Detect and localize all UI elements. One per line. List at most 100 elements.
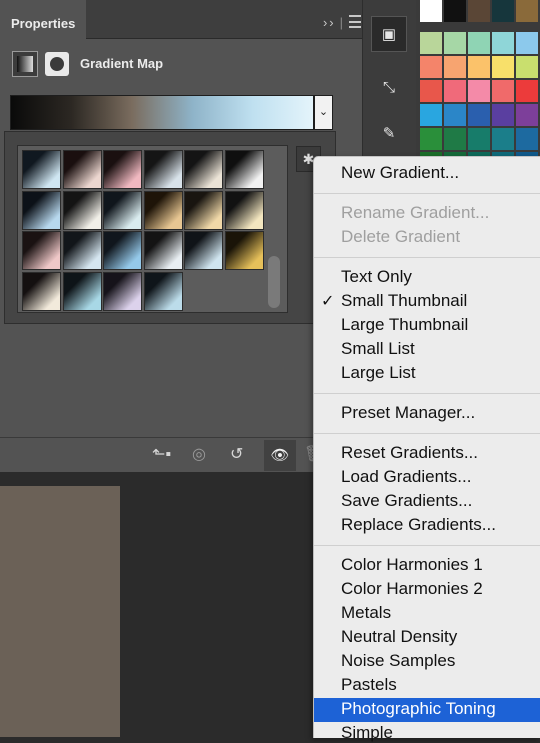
menu-item-large-list[interactable]: Large List — [341, 363, 416, 383]
gradient-preset-swatch[interactable] — [62, 150, 102, 189]
menu-item-color-harmonies-1[interactable]: Color Harmonies 1 — [341, 555, 483, 575]
transform-tool-icon[interactable]: ⤡ — [371, 70, 407, 106]
menu-separator — [314, 545, 540, 546]
gradient-preset-swatch[interactable] — [22, 150, 61, 189]
layer-mask-icon[interactable] — [45, 52, 69, 76]
gradient-preset-swatch[interactable] — [184, 150, 223, 189]
color-swatch[interactable] — [492, 0, 514, 22]
color-swatch[interactable] — [468, 0, 490, 22]
color-swatch[interactable] — [468, 32, 490, 54]
menu-separator — [314, 257, 540, 258]
panel-menu-icon[interactable] — [349, 15, 361, 28]
properties-panel: Properties ›› | Gradient Map ⌄ ✱ ⬑▪ ◎ ↺ 👁… — [0, 0, 367, 472]
gradient-preset-swatch[interactable] — [22, 190, 61, 230]
gradient-preset-swatch[interactable] — [224, 231, 264, 270]
color-swatch[interactable] — [420, 32, 442, 54]
menu-item-new-gradient[interactable]: New Gradient... — [341, 163, 459, 183]
menu-item-simple[interactable]: Simple — [341, 723, 393, 743]
gradient-preset-swatch[interactable] — [143, 190, 183, 230]
gradient-preset-swatch[interactable] — [103, 190, 142, 230]
menu-item-color-harmonies-2[interactable]: Color Harmonies 2 — [341, 579, 483, 599]
gradient-preset-swatch[interactable] — [62, 271, 102, 311]
color-swatch[interactable] — [420, 0, 442, 22]
color-swatch[interactable] — [516, 80, 538, 102]
properties-tool-icon[interactable]: ▣ — [371, 16, 407, 52]
menu-item-reset-gradients[interactable]: Reset Gradients... — [341, 443, 478, 463]
gradient-picker-popup — [4, 131, 336, 324]
menu-item-text-only[interactable]: Text Only — [341, 267, 412, 287]
gradient-preset-swatch[interactable] — [62, 190, 102, 230]
gradient-preset-swatch[interactable] — [143, 271, 183, 311]
gradient-preset-swatch[interactable] — [143, 150, 183, 189]
view-previous-icon[interactable]: ◎ — [192, 444, 206, 466]
gradient-preset-swatch[interactable] — [22, 271, 61, 311]
color-swatch[interactable] — [444, 0, 466, 22]
gradient-preset-swatch[interactable] — [22, 231, 61, 270]
gradient-preset-swatch[interactable] — [224, 190, 264, 230]
gradient-preset-swatch[interactable] — [184, 190, 223, 230]
color-swatch[interactable] — [444, 128, 466, 150]
color-swatch[interactable] — [444, 56, 466, 78]
gradient-map-icon[interactable] — [12, 51, 38, 77]
menu-item-small-thumbnail[interactable]: Small Thumbnail — [341, 291, 467, 311]
color-swatch[interactable] — [444, 104, 466, 126]
color-swatch[interactable] — [420, 80, 442, 102]
color-swatch[interactable] — [492, 128, 514, 150]
color-swatch[interactable] — [516, 0, 538, 22]
menu-item-preset-manager[interactable]: Preset Manager... — [341, 403, 475, 423]
checkmark-icon: ✓ — [321, 293, 335, 310]
reset-icon[interactable]: ↺ — [230, 444, 243, 466]
picker-scrollbar[interactable] — [268, 256, 280, 308]
gradient-preset-swatch[interactable] — [103, 231, 142, 270]
tool-strip: ▣ ⤡ ✎ — [362, 0, 417, 160]
color-swatch[interactable] — [468, 104, 490, 126]
visibility-eye-icon[interactable]: 👁 — [264, 440, 296, 471]
panel-tab-bar: Properties ›› | — [0, 0, 367, 39]
color-swatch[interactable] — [420, 128, 442, 150]
brush-tool-icon[interactable]: ✎ — [371, 116, 407, 152]
gradient-preset-swatch[interactable] — [103, 150, 142, 189]
gradient-preset-swatch[interactable] — [143, 231, 183, 270]
menu-item-save-gradients[interactable]: Save Gradients... — [341, 491, 472, 511]
color-swatch[interactable] — [516, 56, 538, 78]
menu-item-large-thumbnail[interactable]: Large Thumbnail — [341, 315, 468, 335]
color-swatch[interactable] — [420, 56, 442, 78]
menu-item-neutral-density[interactable]: Neutral Density — [341, 627, 457, 647]
color-swatch[interactable] — [468, 128, 490, 150]
menu-item-noise-samples[interactable]: Noise Samples — [341, 651, 455, 671]
color-swatch[interactable] — [468, 56, 490, 78]
menu-item-replace-gradients[interactable]: Replace Gradients... — [341, 515, 496, 535]
gradient-preview-bar[interactable] — [10, 95, 314, 130]
document-canvas-tan — [0, 486, 120, 737]
color-swatch[interactable] — [492, 56, 514, 78]
color-swatch[interactable] — [468, 80, 490, 102]
menu-separator — [314, 393, 540, 394]
color-swatch[interactable] — [492, 80, 514, 102]
tab-properties[interactable]: Properties — [0, 0, 86, 39]
expand-icon[interactable]: ›› — [323, 15, 336, 30]
gradient-preset-swatch[interactable] — [224, 150, 264, 189]
gradient-preset-grid — [17, 145, 288, 313]
menu-item-load-gradients[interactable]: Load Gradients... — [341, 467, 471, 487]
color-swatch[interactable] — [492, 32, 514, 54]
gradient-preset-swatch[interactable] — [103, 271, 142, 311]
color-swatch[interactable] — [420, 104, 442, 126]
menu-item-small-list[interactable]: Small List — [341, 339, 415, 359]
color-swatch[interactable] — [516, 32, 538, 54]
color-swatch[interactable] — [444, 32, 466, 54]
clip-to-layer-icon[interactable]: ⬑▪ — [152, 444, 171, 466]
menu-item-delete-gradient: Delete Gradient — [341, 227, 461, 246]
color-swatch[interactable] — [444, 80, 466, 102]
menu-item-pastels[interactable]: Pastels — [341, 675, 397, 695]
gradient-context-menu: New Gradient... Rename Gradient... Delet… — [313, 156, 540, 742]
menu-item-photographic-toning[interactable]: Photographic Toning — [341, 699, 496, 719]
gradient-preset-swatch[interactable] — [62, 231, 102, 270]
panel-menu-controls: ›› | — [323, 14, 361, 30]
color-swatches-panel — [416, 0, 540, 174]
color-swatch[interactable] — [516, 128, 538, 150]
gradient-preset-swatch[interactable] — [184, 231, 223, 270]
color-swatch[interactable] — [516, 104, 538, 126]
menu-item-metals[interactable]: Metals — [341, 603, 391, 623]
color-swatch[interactable] — [492, 104, 514, 126]
gradient-dropdown-button[interactable]: ⌄ — [314, 95, 333, 130]
